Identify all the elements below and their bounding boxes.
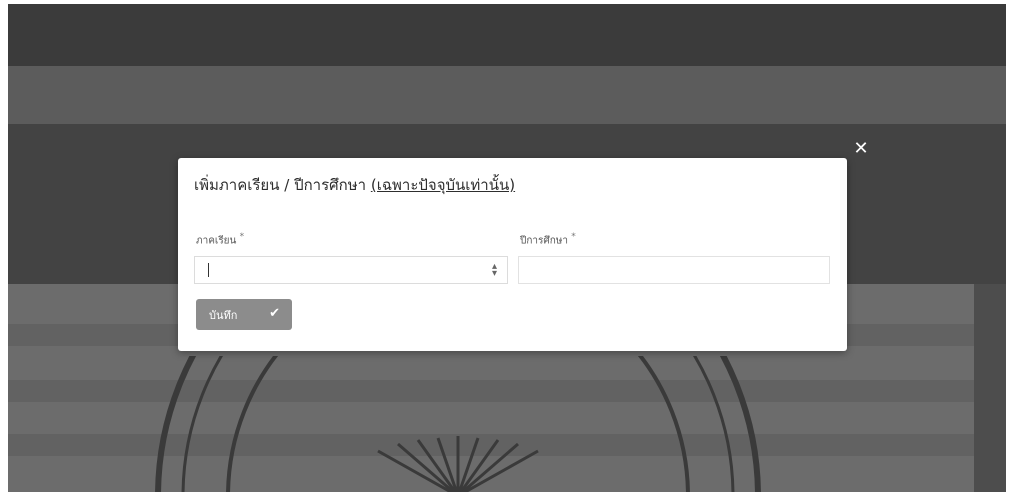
emblem-seal xyxy=(155,356,761,492)
academic-year-label: ปีการศึกษา * xyxy=(520,232,576,248)
academic-year-label-text: ปีการศึกษา xyxy=(520,235,568,247)
header-band xyxy=(8,4,1006,66)
save-button[interactable]: บันทึก ✔ xyxy=(196,299,292,330)
modal-title: เพิ่มภาคเรียน / ปีการศึกษา (เฉพาะปัจจุบั… xyxy=(194,173,515,197)
required-mark: * xyxy=(239,232,245,242)
semester-select[interactable]: ▴ ▾ xyxy=(194,256,508,284)
semester-label: ภาคเรียน * xyxy=(196,232,244,248)
save-button-label: บันทึก xyxy=(209,308,238,322)
text-cursor xyxy=(208,263,209,277)
check-icon: ✔ xyxy=(269,306,280,321)
modal-title-note: (เฉพาะปัจจุบันเท่านั้น) xyxy=(370,176,516,194)
select-arrows-icon: ▴ ▾ xyxy=(491,261,497,279)
semester-label-text: ภาคเรียน xyxy=(196,235,237,247)
close-icon[interactable]: ✕ xyxy=(852,140,870,158)
modal-title-text: เพิ่มภาคเรียน / ปีการศึกษา xyxy=(194,176,367,194)
add-semester-modal: เพิ่มภาคเรียน / ปีการศึกษา (เฉพาะปัจจุบั… xyxy=(178,158,847,351)
academic-year-input[interactable] xyxy=(518,256,830,284)
navbar-band xyxy=(8,66,1006,124)
required-mark: * xyxy=(571,232,576,242)
